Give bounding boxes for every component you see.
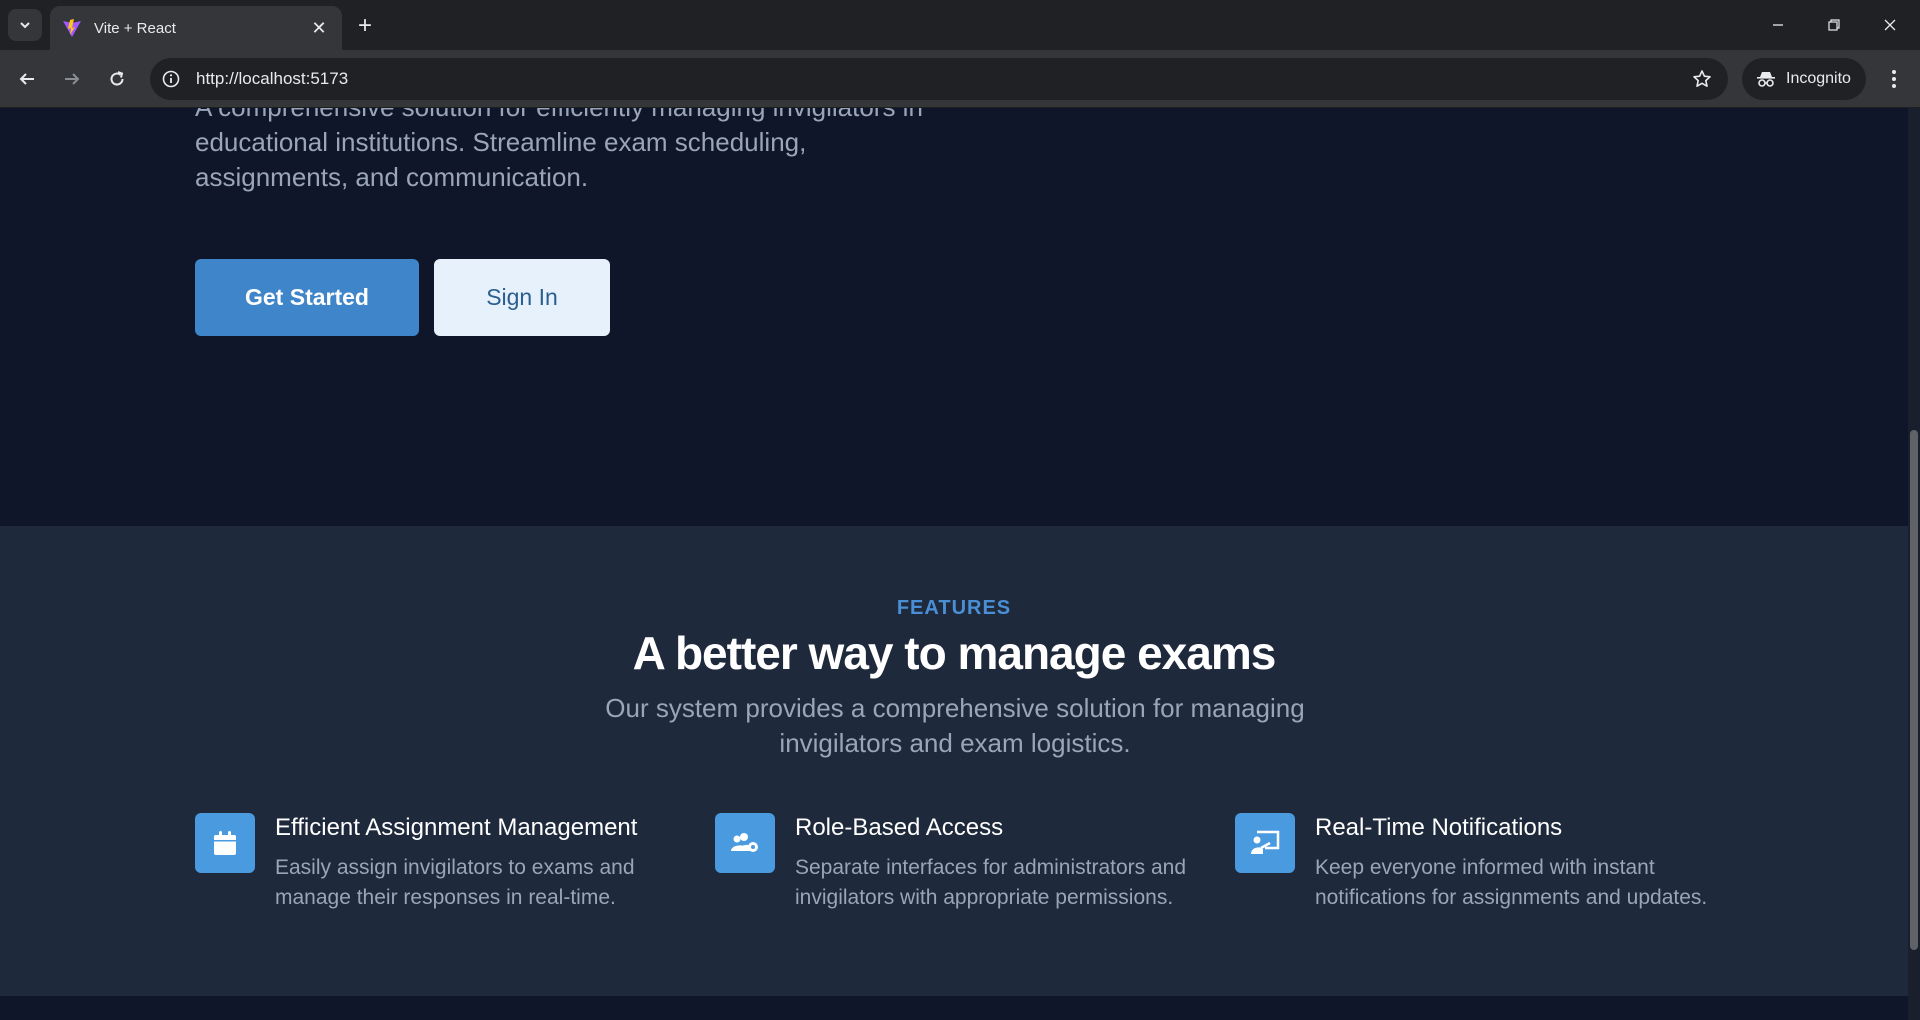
close-icon bbox=[1884, 19, 1896, 31]
tab-search-button[interactable] bbox=[8, 9, 42, 41]
reload-button[interactable] bbox=[99, 61, 135, 97]
features-subtitle: Our system provides a comprehensive solu… bbox=[605, 693, 1305, 758]
star-icon bbox=[1693, 70, 1711, 87]
browser-menu-button[interactable] bbox=[1876, 61, 1912, 97]
browser-tabstrip: Vite + React ✕ + bbox=[0, 0, 1920, 50]
minimize-icon bbox=[1773, 24, 1783, 26]
incognito-indicator[interactable]: Incognito bbox=[1742, 58, 1866, 100]
close-window-button[interactable] bbox=[1862, 0, 1918, 50]
browser-tab[interactable]: Vite + React ✕ bbox=[50, 6, 342, 50]
feature-description: Keep everyone informed with instant noti… bbox=[1315, 856, 1708, 909]
page-scrollbar[interactable] bbox=[1908, 108, 1920, 1020]
url-text[interactable]: http://localhost:5173 bbox=[196, 69, 1684, 89]
feature-title: Real-Time Notifications bbox=[1315, 814, 1563, 841]
features-section: FEATURES A better way to manage exams Ou… bbox=[0, 526, 1908, 996]
chevron-down-icon bbox=[20, 22, 30, 29]
restore-icon bbox=[1828, 19, 1840, 31]
reload-icon bbox=[110, 71, 124, 86]
footer-strip bbox=[0, 996, 1908, 1020]
page-viewport: A comprehensive solution for efficiently… bbox=[0, 108, 1908, 1020]
info-icon bbox=[162, 70, 180, 88]
back-button[interactable] bbox=[9, 61, 45, 97]
bookmark-button[interactable] bbox=[1684, 61, 1720, 97]
incognito-label: Incognito bbox=[1786, 70, 1851, 87]
features-title: A better way to manage exams bbox=[632, 627, 1277, 679]
vite-logo-icon bbox=[63, 19, 81, 37]
scrollbar-thumb[interactable] bbox=[1910, 430, 1918, 950]
minimize-button[interactable] bbox=[1750, 0, 1806, 50]
new-tab-button[interactable]: + bbox=[350, 11, 380, 41]
address-bar[interactable]: http://localhost:5173 bbox=[150, 58, 1728, 100]
feature-description: Easily assign invigilators to exams and … bbox=[275, 856, 635, 909]
sign-in-button[interactable]: Sign In bbox=[434, 259, 610, 336]
restore-button[interactable] bbox=[1806, 0, 1862, 50]
feature-title: Role-Based Access bbox=[795, 814, 1004, 841]
get-started-button[interactable]: Get Started bbox=[195, 259, 419, 336]
hero-section: A comprehensive solution for efficiently… bbox=[0, 108, 1908, 526]
more-vertical-icon bbox=[1892, 70, 1896, 88]
arrow-left-icon bbox=[19, 73, 34, 85]
hero-description: A comprehensive solution for efficiently… bbox=[195, 108, 923, 192]
tab-title: Vite + React bbox=[94, 19, 176, 37]
incognito-icon bbox=[1757, 72, 1775, 87]
forward-button[interactable] bbox=[54, 61, 90, 97]
presentation-icon bbox=[1235, 813, 1295, 873]
site-info-button[interactable] bbox=[156, 64, 186, 94]
calendar-icon bbox=[195, 813, 255, 873]
feature-description: Separate interfaces for administrators a… bbox=[795, 856, 1187, 909]
user-gear-icon bbox=[715, 813, 775, 873]
arrow-right-icon bbox=[65, 73, 80, 85]
feature-title: Efficient Assignment Management bbox=[275, 814, 638, 841]
features-eyebrow: FEATURES bbox=[896, 597, 1012, 619]
tab-close-icon[interactable]: ✕ bbox=[308, 17, 330, 39]
